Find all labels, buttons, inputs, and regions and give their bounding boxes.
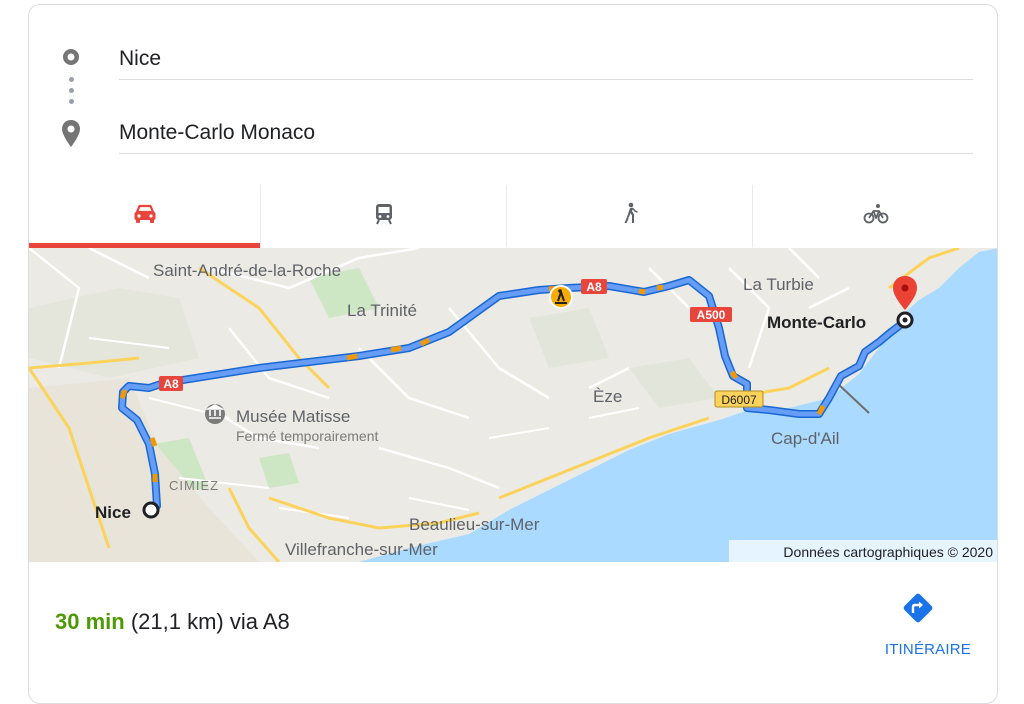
destination-input[interactable]: Monte-Carlo Monaco xyxy=(119,121,315,145)
svg-text:D6007: D6007 xyxy=(721,393,757,407)
label-saint-andre: Saint-André-de-la-Roche xyxy=(153,261,341,280)
directions-icon xyxy=(901,591,935,630)
route-summary: 30 min (21,1 km) via A8 xyxy=(55,609,290,635)
origin-circle-icon xyxy=(59,45,83,73)
map-canvas: A8 A8 A500 D6007 Saint-André-de-la-Roche… xyxy=(29,248,997,562)
travel-mode-tabs xyxy=(29,185,997,249)
label-la-turbie: La Turbie xyxy=(743,275,814,294)
tab-bike[interactable] xyxy=(753,185,997,247)
tab-car[interactable] xyxy=(29,185,260,247)
transit-icon xyxy=(374,203,394,230)
svg-text:A500: A500 xyxy=(697,308,726,322)
route-duration: 30 min xyxy=(55,609,125,634)
label-musee-matisse: Musée Matisse xyxy=(236,407,350,426)
museum-icon xyxy=(204,404,226,424)
svg-text:A8: A8 xyxy=(586,280,602,294)
origin-marker-icon xyxy=(142,501,160,519)
origin-input[interactable]: Nice xyxy=(119,47,161,71)
walk-icon xyxy=(621,202,639,231)
label-musee-status: Fermé temporairement xyxy=(236,428,378,444)
label-la-trinite: La Trinité xyxy=(347,301,417,320)
shield-a500: A500 xyxy=(690,307,732,322)
destination-underline xyxy=(119,153,973,154)
label-nice: Nice xyxy=(95,503,131,522)
label-beaulieu: Beaulieu-sur-Mer xyxy=(409,515,540,534)
directions-card: Nice Monte-Carlo Monaco A8 A8 A500 D6007… xyxy=(28,4,998,704)
shield-d6007: D6007 xyxy=(714,390,764,408)
route-distance-via: (21,1 km) via A8 xyxy=(124,609,290,634)
bike-icon xyxy=(863,203,889,230)
destination-marker-icon xyxy=(893,276,917,329)
tab-transit[interactable] xyxy=(261,185,506,247)
label-cap-dail: Cap-d'Ail xyxy=(771,429,839,448)
label-monte-carlo: Monte-Carlo xyxy=(767,313,866,332)
label-cimiez: CIMIEZ xyxy=(169,478,219,493)
shield-a8-west: A8 xyxy=(159,376,183,391)
tab-walk[interactable] xyxy=(507,185,752,247)
svg-text:A8: A8 xyxy=(163,377,179,391)
origin-row[interactable]: Nice xyxy=(29,5,997,80)
directions-label: ITINÉRAIRE xyxy=(884,641,971,658)
destination-row[interactable]: Monte-Carlo Monaco xyxy=(29,79,997,154)
label-eze: Èze xyxy=(593,387,622,406)
car-icon xyxy=(132,203,158,230)
destination-pin-icon xyxy=(59,119,83,147)
route-map[interactable]: A8 A8 A500 D6007 Saint-André-de-la-Roche… xyxy=(29,248,997,562)
label-villefranche: Villefranche-sur-Mer xyxy=(285,540,438,559)
map-attribution: Données cartographiques © 2020 xyxy=(783,544,993,560)
directions-button[interactable]: ITINÉRAIRE xyxy=(861,591,971,663)
shield-a8-east: A8 xyxy=(581,279,607,294)
roadworks-icon xyxy=(549,285,573,309)
